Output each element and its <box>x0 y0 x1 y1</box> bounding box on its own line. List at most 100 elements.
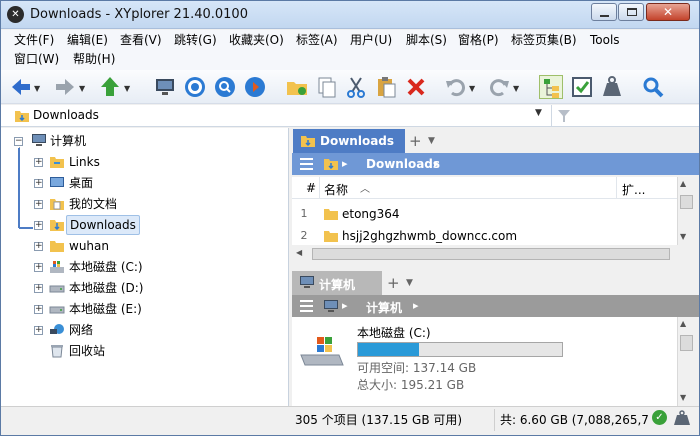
menu-window[interactable]: 窗口(W) <box>12 50 61 68</box>
menu-edit[interactable]: 编辑(E) <box>65 31 110 49</box>
tab-list-icon[interactable]: ▼ <box>428 136 435 146</box>
scroll-thumb[interactable] <box>680 195 693 209</box>
tree-item-drive-e[interactable]: 本地磁盘 (E:) <box>69 299 142 319</box>
paste-button[interactable] <box>374 75 398 99</box>
menu-tags[interactable]: 标签(A) <box>294 31 340 49</box>
tree-expand-icon[interactable]: + <box>34 263 43 272</box>
tree-item-network[interactable]: 网络 <box>69 320 93 340</box>
drive-name[interactable]: 本地磁盘 (C:) <box>357 324 431 341</box>
scroll-up-icon[interactable]: ▲ <box>680 319 686 328</box>
weight-button[interactable] <box>600 75 624 99</box>
menu-file[interactable]: 文件(F) <box>12 31 56 49</box>
menu-tools[interactable]: Tools <box>588 31 622 49</box>
tree-expand-icon[interactable]: + <box>34 179 43 188</box>
close-button[interactable]: ✕ <box>646 3 690 21</box>
up-button[interactable] <box>98 75 122 99</box>
drive-tile-area[interactable]: 本地磁盘 (C:) 可用空间: 137.14 GB 总大小: 195.21 GB <box>292 317 677 407</box>
scroll-thumb[interactable] <box>312 248 670 260</box>
tree-item-links[interactable]: Links <box>69 152 100 172</box>
cut-button[interactable] <box>344 75 368 99</box>
tree-item-desktop[interactable]: 桌面 <box>69 173 93 193</box>
hamburger-menu-icon[interactable] <box>300 300 313 312</box>
pane2-vertical-scrollbar[interactable]: ▲ ▼ <box>677 317 695 406</box>
tree-expand-icon[interactable]: + <box>34 284 43 293</box>
filter-icon[interactable] <box>557 109 571 123</box>
copy-button[interactable] <box>315 75 339 99</box>
breadcrumb-separator-icon[interactable]: ▸ <box>434 157 440 170</box>
menu-tabsets[interactable]: 标签页集(B) <box>509 31 579 49</box>
checkbox-button[interactable] <box>570 75 594 99</box>
redo-dropdown-icon[interactable]: ▼ <box>513 84 519 93</box>
breadcrumb-separator-icon[interactable]: ▸ <box>342 299 348 312</box>
tree-item-downloads[interactable]: Downloads <box>66 215 140 235</box>
tree-item-drive-c[interactable]: 本地磁盘 (C:) <box>69 257 143 277</box>
tab-computer[interactable]: 计算机 <box>292 271 382 295</box>
menu-help[interactable]: 帮助(H) <box>71 50 117 68</box>
pane1-vertical-scrollbar[interactable]: ▲ ▼ <box>677 177 695 245</box>
minimize-button[interactable] <box>591 3 617 21</box>
redo-button[interactable] <box>487 75 511 99</box>
new-tab-icon[interactable]: + <box>409 132 422 150</box>
table-row[interactable]: 1 etong364 <box>292 203 677 225</box>
tree-item-documents[interactable]: 我的文档 <box>69 194 117 214</box>
check-status-icon[interactable]: ✓ <box>652 410 667 425</box>
menu-user[interactable]: 用户(U) <box>348 31 394 49</box>
hamburger-menu-icon[interactable] <box>300 158 313 170</box>
tree-expand-icon[interactable]: + <box>34 200 43 209</box>
breadcrumb-separator-icon[interactable]: ▸ <box>342 157 348 170</box>
menu-view[interactable]: 查看(V) <box>118 31 164 49</box>
tab-list-icon[interactable]: ▼ <box>406 278 413 288</box>
maximize-button[interactable] <box>618 3 644 21</box>
tree-expand-icon[interactable]: + <box>34 305 43 314</box>
folder-tree[interactable]: − 计算机 + Links + 桌面 + 我的文档 + Downloads + … <box>1 128 289 406</box>
menu-favorites[interactable]: 收藏夹(O) <box>227 31 286 49</box>
scroll-up-icon[interactable]: ▲ <box>680 179 686 188</box>
column-extension[interactable]: 扩... <box>622 181 645 198</box>
scroll-down-icon[interactable]: ▼ <box>680 232 686 241</box>
computer-button[interactable] <box>153 75 177 99</box>
forward-dropdown-icon[interactable]: ▼ <box>79 84 85 93</box>
address-input[interactable]: Downloads <box>33 108 99 122</box>
menu-script[interactable]: 脚本(S) <box>404 31 449 49</box>
up-dropdown-icon[interactable]: ▼ <box>124 84 130 93</box>
tree-item-recycle-bin[interactable]: 回收站 <box>69 341 105 361</box>
back-button[interactable] <box>9 75 33 99</box>
menu-panes[interactable]: 窗格(P) <box>456 31 501 49</box>
new-folder-button[interactable] <box>285 75 309 99</box>
address-dropdown-icon[interactable]: ▼ <box>535 108 542 118</box>
weight-icon[interactable] <box>673 410 691 426</box>
title-bar[interactable]: ✕ Downloads - XYplorer 21.40.0100 ✕ <box>1 1 699 29</box>
target-button[interactable] <box>183 75 207 99</box>
go-button[interactable] <box>243 75 267 99</box>
column-number[interactable]: # <box>306 181 316 195</box>
table-row[interactable]: 2 hsjj2ghgzhwmb_downcc.com <box>292 225 677 247</box>
scroll-left-icon[interactable]: ◀ <box>296 248 302 257</box>
tree-toggle-button[interactable] <box>539 75 563 99</box>
tree-item-wuhan[interactable]: wuhan <box>69 236 109 256</box>
forward-button[interactable] <box>53 75 77 99</box>
tree-expand-icon[interactable]: + <box>34 221 43 230</box>
scroll-down-icon[interactable]: ▼ <box>680 393 686 402</box>
tree-item-drive-d[interactable]: 本地磁盘 (D:) <box>69 278 143 298</box>
new-tab-icon[interactable]: + <box>387 274 400 292</box>
pane1-horizontal-scrollbar[interactable]: ◀ <box>292 246 679 263</box>
file-list[interactable]: 1 etong364 2 hsjj2ghgzhwmb_downcc.com <box>292 199 677 245</box>
breadcrumb-computer[interactable]: 计算机 <box>366 299 402 316</box>
back-dropdown-icon[interactable]: ▼ <box>34 84 40 93</box>
tree-root-label[interactable]: 计算机 <box>50 131 86 151</box>
menu-go[interactable]: 跳转(G) <box>172 31 219 49</box>
tab-downloads[interactable]: Downloads <box>293 129 405 153</box>
column-name[interactable]: 名称 <box>324 181 348 198</box>
tree-collapse-icon[interactable]: − <box>14 137 23 146</box>
find-button[interactable] <box>213 75 237 99</box>
address-bar[interactable]: Downloads ▼ <box>1 105 699 127</box>
delete-button[interactable] <box>404 75 428 99</box>
tree-expand-icon[interactable]: + <box>34 242 43 251</box>
scroll-thumb[interactable] <box>680 335 693 351</box>
undo-button[interactable] <box>444 75 468 99</box>
breadcrumb-separator-icon[interactable]: ▸ <box>413 299 419 312</box>
undo-dropdown-icon[interactable]: ▼ <box>469 84 475 93</box>
tree-expand-icon[interactable]: + <box>34 158 43 167</box>
breadcrumb-downloads[interactable]: Downloads <box>366 157 440 171</box>
tree-expand-icon[interactable]: + <box>34 326 43 335</box>
